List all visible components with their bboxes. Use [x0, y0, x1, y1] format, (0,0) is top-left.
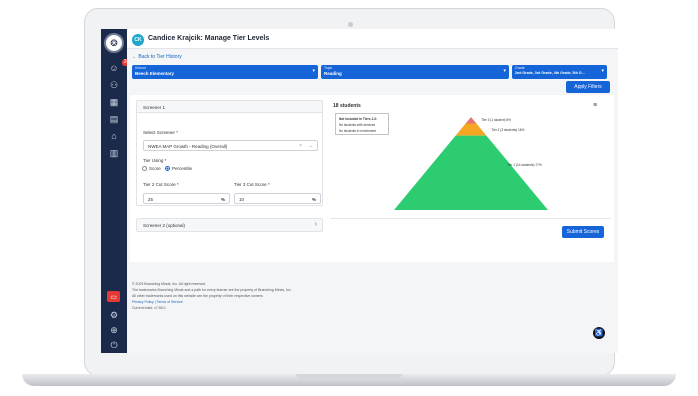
chevron-down-icon: ▾ — [503, 68, 506, 74]
school-icon: ⌂ — [111, 130, 117, 141]
apply-filters-button[interactable]: Apply Filters — [566, 81, 610, 93]
back-to-tier-history-link[interactable]: ← Back to Tier History — [132, 54, 182, 60]
page-header: CK Candice Krajcik: Manage Tier Levels — [127, 29, 618, 49]
sidebar-item-notes[interactable]: ▤ — [108, 113, 120, 125]
footer: © 2023 Branching Minds, Inc. All right r… — [132, 281, 292, 311]
app-screen: ❂ ☺ 24 ⚇ ▦ ▤ ⌂ ▥ ▭ ⚙ ⊕ ⏻ CK Candice Kraj… — [101, 29, 618, 353]
student-icon: ☺ — [109, 62, 119, 73]
filter-value: Reading — [324, 71, 342, 76]
logo-icon[interactable]: ❂ — [104, 33, 124, 53]
main-content: CK Candice Krajcik: Manage Tier Levels ←… — [127, 29, 618, 353]
topic-filter[interactable]: Topic Reading ▾ — [321, 65, 509, 79]
school-filter[interactable]: School Beech Elementary ▾ — [132, 65, 318, 79]
tier-pyramid-chart — [394, 117, 548, 210]
filter-label: School — [135, 66, 146, 70]
privacy-policy-link[interactable]: Privacy Policy — [132, 300, 154, 304]
tier1-label: Tier 1 (14 students) 77% — [507, 162, 542, 167]
camera-dot — [348, 22, 353, 27]
tier2-label: Tier 2 (3 students) 16% — [491, 127, 525, 132]
tier3-label: Tier 3 (1 student) 5% — [481, 118, 512, 123]
sidebar-item-school[interactable]: ⌂ — [108, 130, 120, 142]
submit-scores-button[interactable]: Submit Scores — [562, 226, 604, 238]
document-icon: ▤ — [109, 113, 119, 124]
chevron-down-icon: ▾ — [601, 68, 604, 74]
sidebar-item-reports[interactable]: ▥ — [108, 147, 120, 159]
divider — [330, 218, 611, 219]
avatar: CK — [132, 34, 144, 46]
sidebar-item-classes[interactable]: ▦ — [108, 96, 120, 108]
chevron-down-icon: ▾ — [312, 68, 315, 74]
pyramid-tier-band — [394, 135, 548, 210]
link-separator: | — [154, 300, 156, 304]
filter-label: Topic — [324, 66, 333, 70]
sidebar-item-groups[interactable]: ⚇ — [108, 79, 120, 91]
power-icon[interactable]: ⏻ — [108, 339, 120, 351]
sidebar: ❂ ☺ 24 ⚇ ▦ ▤ ⌂ ▥ ▭ ⚙ ⊕ ⏻ — [101, 29, 131, 353]
classroom-icon: ▦ — [109, 96, 119, 107]
filter-value: Beech Elementary — [135, 71, 175, 76]
sidebar-item-students[interactable]: ☺ 24 — [108, 59, 131, 74]
grade-filter[interactable]: Grade 2nd Grade, 3rd Grade, 4th Grade, 5… — [512, 65, 607, 79]
page-title: Candice Krajcik: Manage Tier Levels — [148, 35, 270, 42]
filter-value: 2nd Grade, 3rd Grade, 4th Grade, 5th G..… — [515, 71, 585, 75]
terms-of-service-link[interactable]: Terms of Service — [157, 300, 183, 304]
accessibility-icon[interactable]: ♿ — [593, 327, 605, 339]
help-icon[interactable]: ⊕ — [108, 324, 120, 336]
pyramid-tier-band — [455, 123, 487, 136]
tier-panel: Screener 1 Select Screener * NWEA MAP Gr… — [130, 95, 614, 262]
build-version: Current build: v7.56.0 — [132, 306, 166, 310]
pyramid-tier-band — [465, 117, 477, 124]
filter-label: Grade — [515, 66, 525, 70]
chart-icon: ▥ — [109, 147, 119, 158]
laptop-notch — [296, 374, 402, 379]
settings-gear-icon[interactable]: ⚙ — [108, 309, 120, 321]
feedback-icon[interactable]: ▭ — [107, 291, 120, 302]
group-icon: ⚇ — [109, 79, 119, 90]
